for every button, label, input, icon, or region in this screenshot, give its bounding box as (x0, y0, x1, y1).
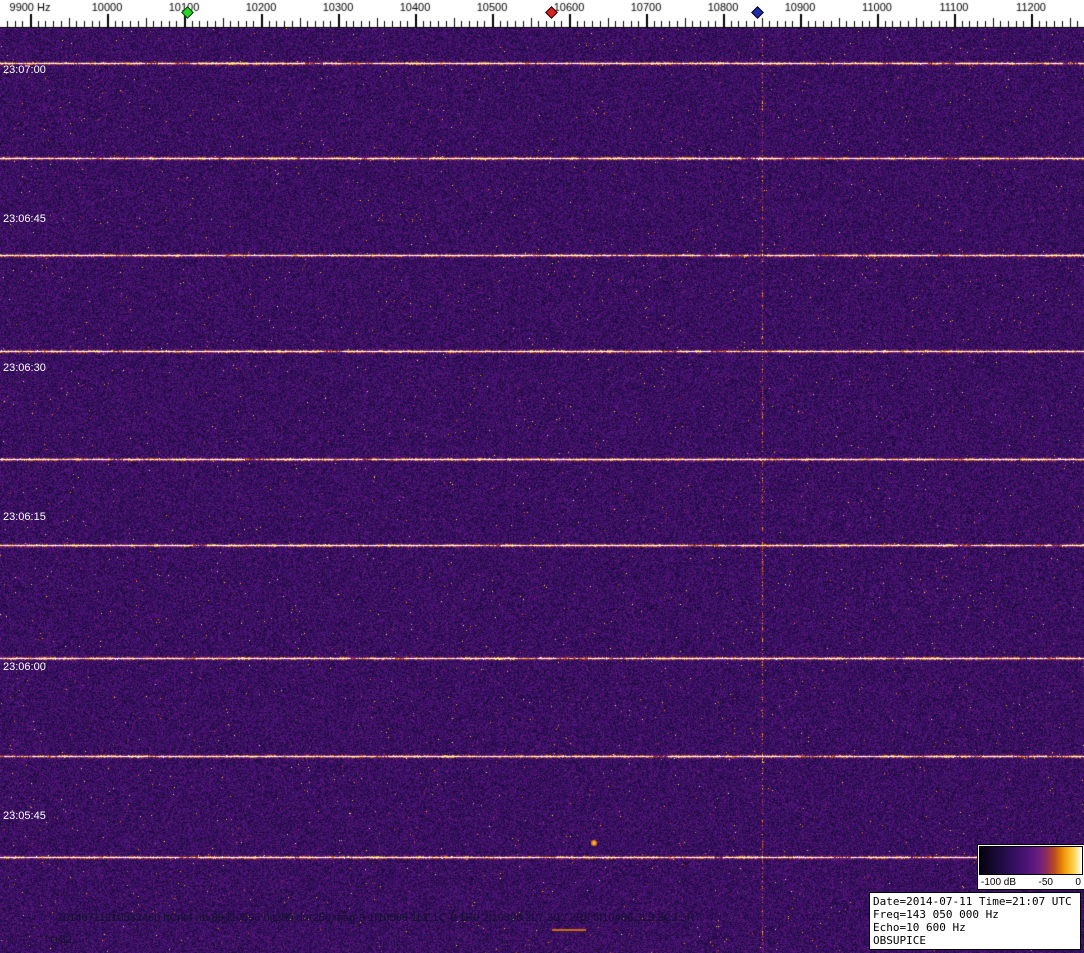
legend-mid-label: -50 (1038, 876, 1053, 888)
waterfall-spectrogram-canvas (0, 28, 1084, 953)
info-echo-line: Echo=10 600 Hz (873, 921, 966, 934)
detection-log-text: 20140711210532460 hCnt4 nb-89 f10596 hit… (57, 912, 701, 924)
frequency-scale-canvas[interactable] (0, 0, 1084, 28)
legend-scale-labels: -100 dB -50 0 (979, 875, 1083, 888)
observation-info-box: Date=2014-07-11 Time=21:07 UTC Freq=143 … (869, 892, 1081, 950)
spectrogram-screen: 23:07:00 23:06:45 23:06:30 23:06:15 23:06:00… (0, 0, 1084, 953)
info-freq-line: Freq=143 050 000 Hz (873, 908, 999, 921)
info-date-line: Date=2014-07-11 Time=21:07 UTC (873, 895, 1072, 908)
intensity-legend: -100 dB -50 0 (977, 844, 1084, 890)
legend-max-label: 0 (1075, 876, 1081, 888)
time-label: 23:06:45 (3, 213, 46, 225)
time-label: 23:05:45 (3, 810, 46, 822)
legend-min-label: -100 dB (981, 876, 1017, 888)
frequency-ruler[interactable] (0, 0, 1084, 28)
colormap-gradient-bar (979, 846, 1083, 875)
cursor-readout-text: ^t+32 (45, 934, 72, 946)
time-label: 23:06:15 (3, 511, 46, 523)
time-label: 23:07:00 (3, 64, 46, 76)
time-label: 23:06:30 (3, 362, 46, 374)
time-label: 23:06:00 (3, 661, 46, 673)
info-station-line: OBSUPICE (873, 934, 926, 947)
